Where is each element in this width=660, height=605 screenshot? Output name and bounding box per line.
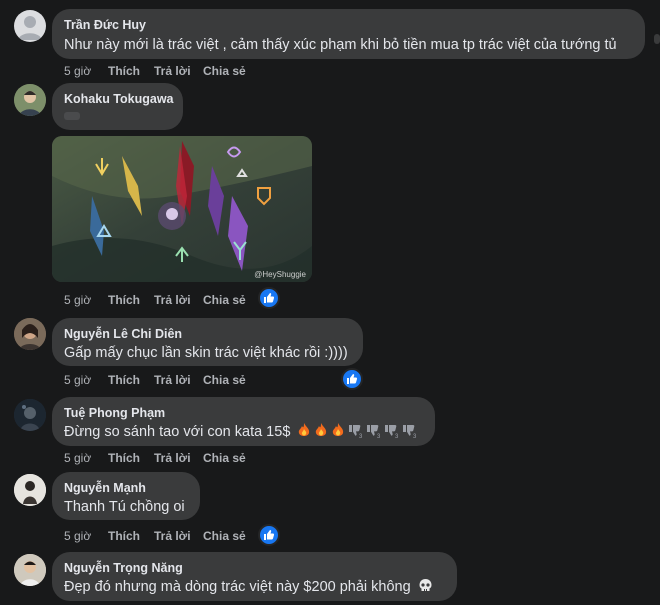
comment-actions: 5 giờ Thích Trả lời Chia sẻ <box>64 372 264 388</box>
avatar[interactable] <box>14 84 46 116</box>
reply-button[interactable]: Trả lời <box>154 292 191 308</box>
svg-text:3: 3 <box>413 434 417 438</box>
svg-text:3: 3 <box>395 434 399 438</box>
like-button[interactable]: Thích <box>108 292 140 308</box>
comment-text-row: Đẹp đó nhưng mà dòng trác việt này $200 … <box>64 578 445 597</box>
reply-button[interactable]: Trả lời <box>154 63 191 79</box>
like-button[interactable]: Thích <box>108 450 140 466</box>
comment-section: Trần Đức Huy Như này mới là trác việt , … <box>0 0 660 605</box>
share-button[interactable]: Chia sẻ <box>203 372 246 388</box>
thumbs-down-emoji: 3 <box>367 425 381 438</box>
timestamp[interactable]: 5 giờ <box>64 528 91 544</box>
comment-bubble: Trần Đức Huy Như này mới là trác việt , … <box>52 9 645 59</box>
like-icon[interactable] <box>341 368 363 390</box>
avatar[interactable] <box>14 554 46 586</box>
timestamp[interactable]: 5 giờ <box>64 450 91 466</box>
comment-text: Như này mới là trác việt , cảm thấy xúc … <box>64 37 617 53</box>
blurred-text <box>64 112 80 120</box>
share-button[interactable]: Chia sẻ <box>203 528 246 544</box>
comment-bubble: Nguyễn Lê Chi Diên Gấp mấy chục lần skin… <box>52 318 363 366</box>
game-screenshot-image <box>52 136 312 282</box>
reply-button[interactable]: Trả lời <box>154 372 191 388</box>
avatar[interactable] <box>14 399 46 431</box>
like-icon[interactable] <box>258 287 280 309</box>
comment-text: Thanh Tú chồng oi <box>64 499 185 515</box>
comment-author[interactable]: Nguyễn Mạnh <box>64 480 188 496</box>
comment-author[interactable]: Tuệ Phong Phạm <box>64 405 423 421</box>
comment-actions: 5 giờ Thích Trả lời Chia sẻ <box>64 528 264 544</box>
comment-image[interactable]: @HeyShuggie <box>52 136 312 282</box>
comment-text: Đừng so sánh tao với con kata 15$ <box>64 424 291 440</box>
fire-emoji <box>299 423 310 436</box>
more-options-icon[interactable] <box>648 32 660 46</box>
comment-text: Đẹp đó nhưng mà dòng trác việt này $200 … <box>64 579 411 595</box>
comment-bubble: Nguyễn Mạnh Thanh Tú chồng oi <box>52 472 200 520</box>
comment-author[interactable]: Nguyễn Trọng Năng <box>64 560 445 576</box>
reply-button[interactable]: Trả lời <box>154 450 191 466</box>
comment-author[interactable]: Kohaku Tokugawa <box>64 91 174 107</box>
comment-text: Gấp mấy chục lần skin trác việt khác rồi… <box>64 345 348 361</box>
comment-bubble: Tuệ Phong Phạm Đừng so sánh tao với con … <box>52 397 435 446</box>
thumbs-down-emoji: 3 <box>349 425 363 438</box>
image-watermark: @HeyShuggie <box>254 270 306 279</box>
like-icon[interactable] <box>258 524 280 546</box>
comment-bubble: Nguyễn Trọng Năng Đẹp đó nhưng mà dòng t… <box>52 552 457 601</box>
comment-actions: 5 giờ Thích Trả lời Chia sẻ <box>64 63 264 79</box>
svg-text:3: 3 <box>377 434 381 438</box>
comment-text-row: Đừng so sánh tao với con kata 15$ 3 3 3 3 <box>64 423 423 442</box>
avatar[interactable] <box>14 474 46 506</box>
like-button[interactable]: Thích <box>108 63 140 79</box>
reply-button[interactable]: Trả lời <box>154 528 191 544</box>
comment-actions: 5 giờ Thích Trả lời Chia sẻ <box>64 292 264 308</box>
skull-emoji <box>419 579 432 591</box>
share-button[interactable]: Chia sẻ <box>203 450 246 466</box>
timestamp[interactable]: 5 giờ <box>64 292 91 308</box>
fire-emoji <box>333 423 344 436</box>
timestamp[interactable]: 5 giờ <box>64 63 91 79</box>
avatar[interactable] <box>14 10 46 42</box>
fire-emoji <box>316 423 327 436</box>
share-button[interactable]: Chia sẻ <box>203 63 246 79</box>
comment-author[interactable]: Nguyễn Lê Chi Diên <box>64 326 351 342</box>
avatar[interactable] <box>14 318 46 350</box>
like-button[interactable]: Thích <box>108 372 140 388</box>
share-button[interactable]: Chia sẻ <box>203 292 246 308</box>
svg-text:3: 3 <box>359 434 363 438</box>
comment-actions: 5 giờ Thích Trả lời Chia sẻ <box>64 450 264 466</box>
comment-author[interactable]: Trần Đức Huy <box>64 17 633 33</box>
like-button[interactable]: Thích <box>108 528 140 544</box>
thumbs-down-emoji: 3 <box>385 425 399 438</box>
timestamp[interactable]: 5 giờ <box>64 372 91 388</box>
thumbs-down-emoji: 3 <box>403 425 417 438</box>
comment-bubble: Kohaku Tokugawa <box>52 83 183 130</box>
